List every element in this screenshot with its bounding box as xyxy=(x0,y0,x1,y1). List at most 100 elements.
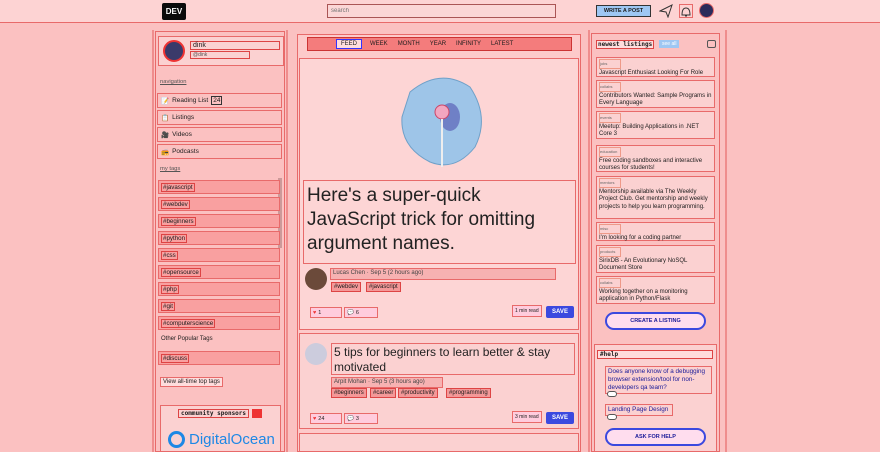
tag-item[interactable]: #beginners xyxy=(158,214,280,228)
sidebar-item-listings[interactable]: 📋 Listings xyxy=(157,110,282,125)
tag-item[interactable]: #css xyxy=(158,248,280,262)
sidebar-item-reading-list[interactable]: 📝 Reading List 24 xyxy=(157,93,282,108)
lollipop-cover-image xyxy=(401,77,482,167)
tag-item[interactable]: #opensource xyxy=(158,265,280,279)
tab-week[interactable]: WEEK xyxy=(368,40,390,48)
post-tag[interactable]: #productivity xyxy=(398,388,438,398)
listing-item[interactable]: products SirixDB - An Evolutionary NoSQL … xyxy=(596,245,715,273)
dev-logo[interactable]: DEV xyxy=(162,3,186,20)
post-meta: Arpit Mohan · Sep 5 (3 hours ago) xyxy=(331,377,443,388)
comments-count: 6 xyxy=(355,309,359,316)
left-col-divider xyxy=(286,30,288,452)
write-post-button[interactable]: WRITE A POST xyxy=(596,5,651,17)
listing-category: jobs xyxy=(599,59,621,69)
sidebar-item-podcasts[interactable]: 📻 Podcasts xyxy=(157,144,282,159)
comments-button[interactable]: 💬 6 xyxy=(344,307,378,318)
listing-item[interactable]: collabs Contributors Wanted: Sample Progr… xyxy=(596,80,715,108)
post-tag[interactable]: #javascript xyxy=(366,282,401,292)
tag-item[interactable]: #discuss xyxy=(158,351,280,365)
tag-item[interactable]: #git xyxy=(158,299,280,313)
sidebar-item-label: Reading List xyxy=(172,97,209,104)
my-tags-heading: my tags xyxy=(160,166,181,172)
reactions-button[interactable]: ♥ 1 xyxy=(310,307,342,318)
sponsors-heading: community sponsors xyxy=(178,409,250,418)
right-col-divider xyxy=(588,30,590,452)
listing-title: Javascript Enthusiast Looking For Role xyxy=(599,69,704,76)
see-all-listings-link[interactable]: see all xyxy=(659,40,680,48)
right-gutter-line xyxy=(725,30,727,452)
post-tag[interactable]: #beginners xyxy=(331,388,367,398)
listing-title: Free coding sandboxes and interactive co… xyxy=(599,157,703,172)
post-date: Sep 5 xyxy=(370,270,387,276)
listings-toggle[interactable] xyxy=(707,40,716,48)
profile-card[interactable]: dink @dink xyxy=(158,36,284,66)
all-tags-link[interactable]: View all-time top tags xyxy=(160,377,223,387)
sidebar-item-label: Podcasts xyxy=(172,148,199,155)
listing-item[interactable]: events Meetup: Building Applications in .… xyxy=(596,111,715,139)
save-button[interactable]: SAVE xyxy=(546,412,574,424)
post-title[interactable]: 5 tips for beginners to learn better & s… xyxy=(331,343,575,375)
author-name[interactable]: Lucas Chen xyxy=(333,270,365,276)
bookmark-icon: 📝 xyxy=(161,97,170,105)
save-button[interactable]: SAVE xyxy=(546,306,574,318)
listing-item[interactable]: jobs Javascript Enthusiast Looking For Ro… xyxy=(596,57,715,77)
tab-year[interactable]: YEAR xyxy=(428,40,448,48)
tab-infinity[interactable]: INFINITY xyxy=(454,40,483,48)
tag-label: #css xyxy=(161,250,178,260)
author-avatar[interactable] xyxy=(305,343,327,365)
listing-item[interactable]: misc I'm looking for a coding partner xyxy=(596,222,715,241)
navigation-heading: navigation xyxy=(160,79,187,85)
post-tag[interactable]: #career xyxy=(370,388,397,398)
tag-label: #computerscience xyxy=(161,318,216,328)
sponsor-card[interactable]: community sponsors DigitalOcean xyxy=(160,405,281,452)
tag-item[interactable]: #python xyxy=(158,231,280,245)
profile-handle: @dink xyxy=(190,51,250,59)
author-avatar[interactable] xyxy=(305,268,327,290)
tag-item[interactable]: #javascript xyxy=(158,180,280,194)
post-ago: (3 hours ago) xyxy=(389,379,425,385)
author-name[interactable]: Arpit Mohan xyxy=(334,379,366,385)
reactions-button[interactable]: ♥ 24 xyxy=(310,413,342,424)
list-icon: 📋 xyxy=(161,114,170,122)
listing-item[interactable]: education Free coding sandboxes and inter… xyxy=(596,145,715,172)
tab-latest[interactable]: LATEST xyxy=(489,40,515,48)
left-gutter-line xyxy=(152,30,154,452)
comments-button[interactable]: 💬 3 xyxy=(344,413,378,424)
podcast-icon: 📻 xyxy=(161,148,170,156)
connect-icon[interactable] xyxy=(658,4,673,19)
listing-category: collabs xyxy=(599,82,621,92)
tag-item[interactable]: #computerscience xyxy=(158,316,280,330)
reading-count-badge: 24 xyxy=(211,96,223,105)
listing-item[interactable]: mentors Mentorship available via The Week… xyxy=(596,176,715,219)
help-item[interactable]: Does anyone know of a debugging browser … xyxy=(605,366,712,394)
ask-for-help-button[interactable]: ASK FOR HELP xyxy=(605,428,706,446)
post-tag[interactable]: #programming xyxy=(446,388,491,398)
search-input[interactable] xyxy=(327,4,556,18)
tab-feed[interactable]: FEED xyxy=(336,39,363,49)
post-title[interactable]: Here's a super-quick JavaScript trick fo… xyxy=(303,180,576,264)
post-card[interactable] xyxy=(299,433,579,452)
create-listing-button[interactable]: CREATE A LISTING xyxy=(605,312,706,330)
comments-count: 3 xyxy=(355,415,359,422)
listing-title: Mentorship available via The Weekly Proj… xyxy=(599,188,708,210)
listing-title: SirixDB - An Evolutionary NoSQL Document… xyxy=(599,257,688,272)
listing-title: Contributors Wanted: Sample Programs in … xyxy=(599,92,712,107)
post-tag[interactable]: #webdev xyxy=(331,282,362,292)
tab-month[interactable]: MONTH xyxy=(396,40,422,48)
listing-category: mentors xyxy=(599,178,621,188)
help-heading: #help xyxy=(597,350,713,359)
listing-category: products xyxy=(599,247,621,257)
reactions-count: 24 xyxy=(318,415,325,422)
tag-item[interactable]: #webdev xyxy=(158,197,280,211)
heart-icon: ♥ xyxy=(313,309,317,316)
tag-label: #javascript xyxy=(161,182,195,192)
tag-item[interactable]: #php xyxy=(158,282,280,296)
listing-item[interactable]: collabs Working together on a monitoring … xyxy=(596,276,715,304)
notifications-icon[interactable] xyxy=(679,4,693,18)
tag-label: #git xyxy=(161,301,175,311)
user-avatar-menu[interactable] xyxy=(699,3,714,18)
sidebar-item-videos[interactable]: 🎥 Videos xyxy=(157,127,282,142)
listing-title: Working together on a monitoring applica… xyxy=(599,288,688,303)
tag-label: #beginners xyxy=(161,216,196,226)
sidebar-item-label: Videos xyxy=(172,131,192,138)
